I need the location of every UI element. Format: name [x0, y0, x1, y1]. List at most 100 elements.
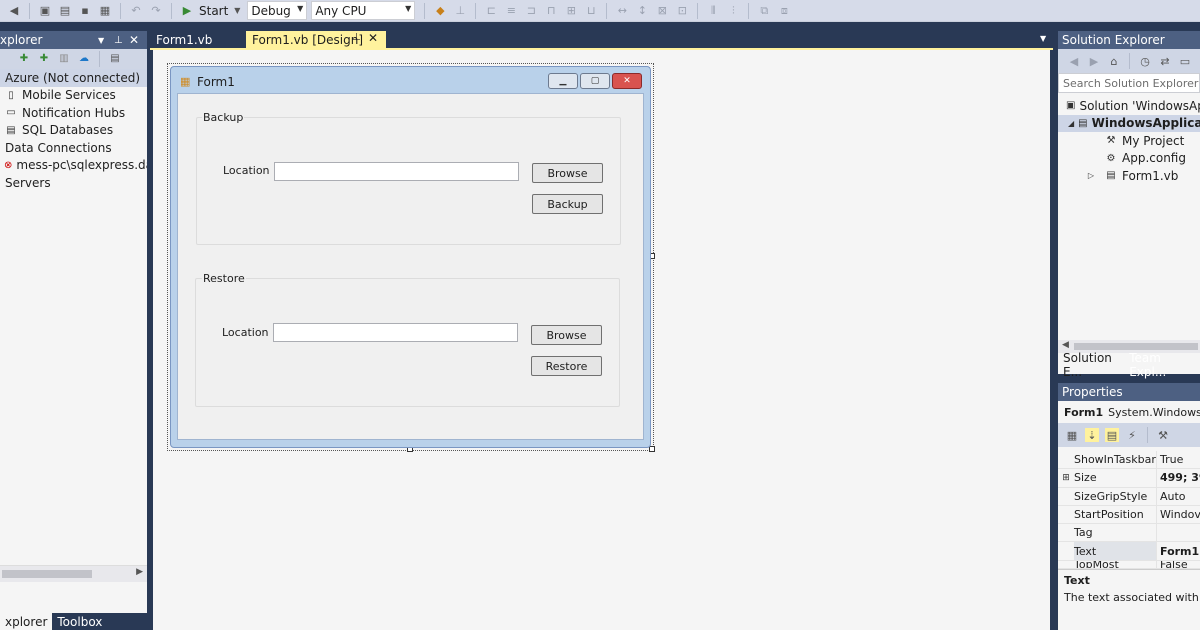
start-button-label[interactable]: Start — [199, 4, 228, 18]
property-row-text[interactable]: Text Form1 — [1058, 542, 1200, 561]
make-same-size-icon[interactable]: ⊠ — [655, 4, 669, 18]
tree-item-sql-databases[interactable]: ▤ SQL Databases — [0, 122, 147, 140]
save-icon[interactable]: ▪ — [78, 4, 92, 18]
tab-team-explorer[interactable]: Team Expl... — [1124, 351, 1200, 379]
alphabetical-icon[interactable]: ⇣ — [1085, 428, 1099, 442]
bring-to-front-icon[interactable]: ⧉ — [757, 4, 771, 18]
find-icon[interactable]: ◆ — [433, 4, 447, 18]
properties-icon[interactable]: ▤ — [1105, 428, 1119, 442]
collapse-all-icon[interactable]: ▭ — [1178, 54, 1192, 68]
scroll-right-icon[interactable]: ▶ — [136, 567, 143, 577]
close-icon[interactable]: ✕ — [129, 33, 139, 47]
align-center-icon[interactable]: ≡ — [504, 4, 518, 18]
sync-icon[interactable]: ⇄ — [1158, 54, 1172, 68]
redo-icon[interactable]: ↷ — [149, 4, 163, 18]
tree-item-solution[interactable]: ▣ Solution 'WindowsAp — [1058, 97, 1200, 115]
properties-icon[interactable]: ▤ — [109, 53, 121, 65]
property-row-startposition[interactable]: StartPosition Windov — [1058, 505, 1200, 525]
property-value[interactable]: True — [1157, 453, 1200, 466]
forward-icon[interactable]: ▶ — [1087, 54, 1101, 68]
chevron-down-icon[interactable]: ▼ — [98, 36, 104, 45]
tree-item-sqlexpress-connection[interactable]: ⊗ mess-pc\sqlexpress.data — [0, 157, 147, 175]
expand-icon[interactable]: ⊞ — [1058, 473, 1074, 483]
property-pages-icon[interactable]: ⚒ — [1156, 428, 1170, 442]
maximize-button[interactable]: ▢ — [580, 73, 610, 89]
layout-icon[interactable]: ⊥ — [453, 4, 467, 18]
collapsed-arrow-icon[interactable]: ▷ — [1084, 169, 1098, 183]
property-row-showintaskbar[interactable]: ShowInTaskbar True — [1058, 451, 1200, 470]
make-same-height-icon[interactable]: ↕ — [635, 4, 649, 18]
vertical-spacing-icon[interactable]: ⫶ — [726, 4, 740, 18]
expanded-arrow-icon[interactable]: ◢ — [1068, 116, 1074, 130]
close-button[interactable]: ✕ — [612, 73, 642, 89]
connect-database-icon[interactable]: ✚ — [38, 53, 50, 65]
restore-button[interactable]: Restore — [531, 356, 602, 376]
make-same-width-icon[interactable]: ↔ — [615, 4, 629, 18]
platform-dropdown[interactable]: Any CPU ▼ — [311, 1, 416, 20]
tab-form1-code[interactable]: Form1.vb — [150, 31, 246, 48]
backup-button[interactable]: Backup — [532, 194, 603, 214]
tree-item-project[interactable]: ◢ ▤ WindowsApplicat — [1058, 114, 1200, 132]
property-row-size[interactable]: ⊞ Size 499; 39 — [1058, 469, 1200, 488]
restore-location-input[interactable] — [273, 323, 518, 342]
tab-toolbox[interactable]: Toolbox — [52, 613, 107, 630]
back-icon[interactable]: ◀ — [1067, 54, 1081, 68]
configuration-dropdown[interactable]: Debug ▼ — [247, 1, 308, 20]
property-value[interactable]: Form1 — [1157, 545, 1200, 558]
pin-icon[interactable]: ⊥ — [352, 32, 361, 43]
align-right-icon[interactable]: ⊐ — [524, 4, 538, 18]
scrollbar-thumb[interactable] — [2, 570, 92, 578]
connect-server-icon[interactable]: ▥ — [58, 53, 70, 65]
align-top-icon[interactable]: ⊓ — [544, 4, 558, 18]
tree-item-mobile-services[interactable]: ▯ Mobile Services — [0, 87, 147, 105]
property-row-topmost[interactable]: TopMost False — [1058, 560, 1200, 569]
backup-location-input[interactable] — [274, 162, 519, 181]
solution-search-input[interactable]: Search Solution Explorer (C — [1058, 73, 1200, 93]
size-to-grid-icon[interactable]: ⊡ — [675, 4, 689, 18]
open-file-icon[interactable]: ▤ — [58, 4, 72, 18]
tree-item-azure[interactable]: Azure (Not connected) — [0, 69, 147, 87]
align-left-icon[interactable]: ⊏ — [484, 4, 498, 18]
pending-changes-icon[interactable]: ◷ — [1138, 54, 1152, 68]
align-middle-icon[interactable]: ⊞ — [564, 4, 578, 18]
new-project-icon[interactable]: ▣ — [38, 4, 52, 18]
tab-server-explorer[interactable]: xplorer — [0, 613, 53, 630]
horizontal-scrollbar[interactable]: ▶ — [0, 565, 147, 582]
property-row-tag[interactable]: Tag — [1058, 524, 1200, 543]
scroll-left-icon[interactable]: ◀ — [1062, 340, 1069, 350]
tree-item-data-connections[interactable]: Data Connections — [0, 139, 147, 157]
backup-browse-button[interactable]: Browse — [532, 163, 603, 183]
tree-item-app-config[interactable]: ⚙ App.config — [1058, 150, 1200, 168]
resize-handle-corner[interactable] — [649, 446, 655, 452]
property-value[interactable]: 499; 39 — [1157, 471, 1200, 484]
property-value[interactable]: False — [1157, 561, 1200, 568]
pin-icon[interactable]: ⊥ — [114, 35, 123, 46]
scrollbar-thumb[interactable] — [1074, 343, 1198, 350]
events-icon[interactable]: ⚡ — [1125, 428, 1139, 442]
chevron-down-icon[interactable]: ▼ — [230, 4, 244, 18]
minimize-button[interactable]: ▁ — [548, 73, 578, 89]
send-to-back-icon[interactable]: ⧈ — [777, 4, 791, 18]
tab-form1-design[interactable]: Form1.vb [Design] ⊥ ✕ — [246, 31, 386, 48]
tab-solution-explorer[interactable]: Solution E... — [1058, 351, 1125, 379]
back-icon[interactable]: ◀ — [7, 4, 21, 18]
start-icon[interactable]: ▶ — [180, 4, 194, 18]
connect-azure-icon[interactable]: ☁ — [78, 53, 90, 65]
categorized-icon[interactable]: ▦ — [1065, 428, 1079, 442]
restore-browse-button[interactable]: Browse — [531, 325, 602, 345]
tree-item-servers[interactable]: Servers — [0, 174, 147, 192]
property-value[interactable]: Auto — [1157, 490, 1200, 503]
property-value[interactable]: Windov — [1157, 508, 1200, 521]
tree-item-my-project[interactable]: ⚒ My Project — [1058, 132, 1200, 150]
save-all-icon[interactable]: ▦ — [98, 4, 112, 18]
undo-icon[interactable]: ↶ — [129, 4, 143, 18]
tree-item-notification-hubs[interactable]: ▭ Notification Hubs — [0, 104, 147, 122]
close-icon[interactable]: ✕ — [368, 31, 378, 45]
align-bottom-icon[interactable]: ⊔ — [584, 4, 598, 18]
object-selector[interactable]: Form1 System.Windows.F — [1058, 401, 1200, 423]
tree-item-form1-vb[interactable]: ▷ ▤ Form1.vb — [1058, 167, 1200, 185]
chevron-down-icon[interactable]: ▼ — [1040, 34, 1046, 43]
home-icon[interactable]: ⌂ — [1107, 54, 1121, 68]
horizontal-spacing-icon[interactable]: ⫴ — [706, 4, 720, 18]
property-row-sizegripstyle[interactable]: SizeGripStyle Auto — [1058, 487, 1200, 506]
